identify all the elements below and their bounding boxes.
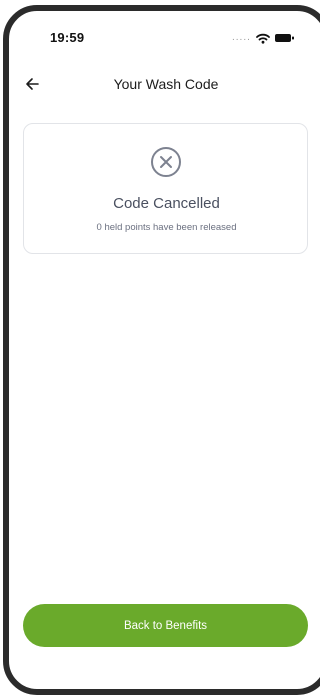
device-bezel xyxy=(3,5,320,695)
status-icons: ..... xyxy=(232,30,295,46)
status-bar: 19:59 ..... xyxy=(0,30,318,50)
status-time: 19:59 xyxy=(50,30,85,45)
signal-dots-icon: ..... xyxy=(232,32,251,43)
status-message: 0 held points have been released xyxy=(96,222,237,233)
wifi-icon xyxy=(256,33,270,44)
page-title: Your Wash Code xyxy=(113,76,219,92)
status-title: Code Cancelled xyxy=(113,195,220,212)
status-card: Code Cancelled 0 held points have been r… xyxy=(23,123,308,254)
battery-icon xyxy=(274,34,294,42)
back-to-benefits-button[interactable]: Back to Benefits xyxy=(23,604,308,647)
x-circle-icon xyxy=(151,147,181,177)
phone-screen: 19:59 ..... Your Wash Code Code Cancelle… xyxy=(0,0,320,695)
nav-bar: Your Wash Code xyxy=(0,70,318,98)
